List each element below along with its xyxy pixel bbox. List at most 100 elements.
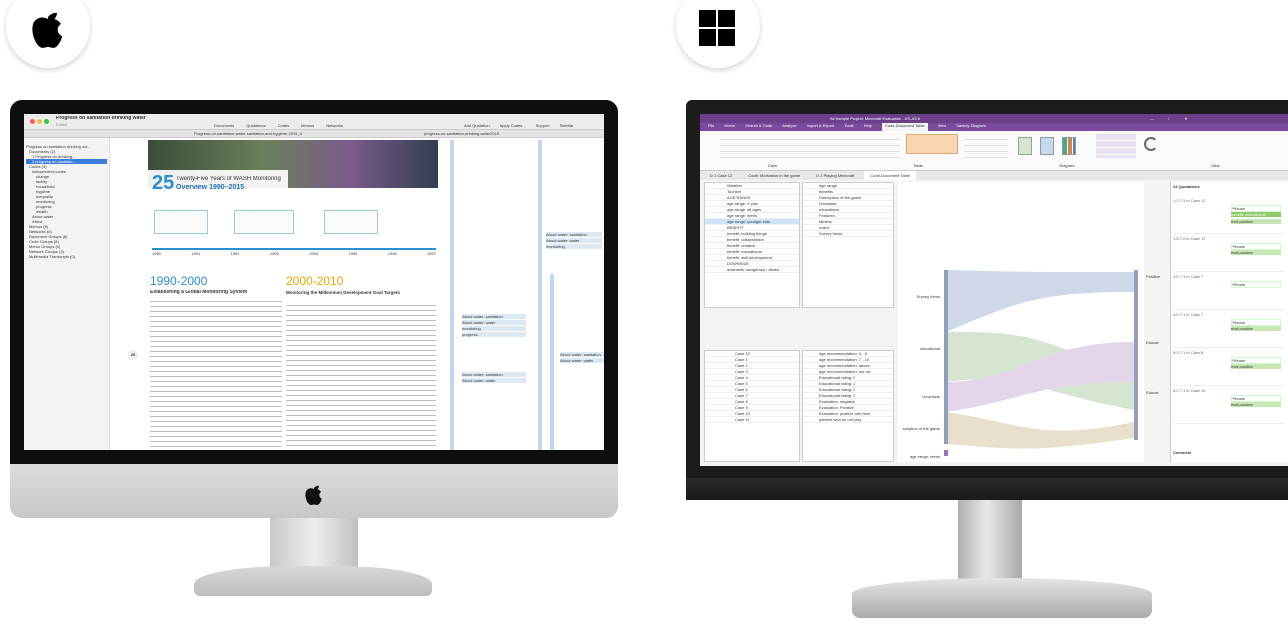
doc-tab[interactable]: Code: Motivation in the game bbox=[742, 171, 806, 180]
quotation-card[interactable]: 6:2 7:1 in Case 10 *Reuse eval positive bbox=[1173, 388, 1285, 424]
close-window-icon[interactable]: ✕ bbox=[1184, 116, 1187, 121]
ribbon-tab-tools[interactable]: Tools bbox=[844, 123, 853, 131]
codes-row[interactable]: downside: dangerous / dimes bbox=[705, 267, 799, 273]
quote-code[interactable]: *Reuse bbox=[1231, 319, 1281, 326]
ribbon-tab-sankey-diagram[interactable]: Sankey Diagram bbox=[956, 123, 986, 131]
margin-code[interactable]: progress bbox=[462, 332, 526, 337]
hero-banner: 25 Twenty-Five Years of WASH Monitoring … bbox=[148, 170, 288, 200]
toolbar-quotations[interactable]: Quotations bbox=[246, 123, 265, 128]
ribbon-tab-analyze[interactable]: Analyze bbox=[782, 123, 796, 131]
quote-code[interactable]: *Reuse bbox=[1231, 395, 1281, 402]
margin-code[interactable]: About water: sanitation bbox=[462, 314, 526, 319]
ribbon-toggle-group[interactable] bbox=[964, 134, 1008, 158]
margin-bar[interactable] bbox=[550, 274, 554, 450]
margin-code[interactable]: About water: water bbox=[462, 378, 526, 383]
quotation-card[interactable]: 4:6 7:1 in Case 7 *Reuse eval positive bbox=[1173, 312, 1285, 348]
quote-code[interactable]: benefit: educational bbox=[1231, 212, 1281, 217]
apple-logo-icon bbox=[32, 12, 62, 48]
ribbon-tab-help[interactable]: Help bbox=[864, 123, 872, 131]
monitor-bezel bbox=[686, 478, 1288, 500]
ribbon-checkbox-group[interactable] bbox=[720, 134, 900, 162]
margin-code[interactable]: About water: sanitation bbox=[546, 232, 602, 237]
margin-bar[interactable] bbox=[538, 140, 542, 450]
sankey-node bbox=[944, 412, 948, 444]
tab-document-2[interactable]: progress-on-sanitation-drinking-water201… bbox=[424, 131, 499, 136]
sidebar-item[interactable]: Multimedia Transcripts (0) bbox=[26, 254, 107, 259]
sankey-label-right: Educat bbox=[1146, 340, 1159, 345]
margin-code[interactable]: About water: sanitation bbox=[462, 372, 526, 377]
sankey-node bbox=[944, 270, 948, 332]
year-label: 1990 bbox=[152, 251, 161, 256]
quote-code[interactable]: eval positive bbox=[1231, 219, 1281, 224]
ribbon-tab-code-document-table[interactable]: Code-Document Table bbox=[881, 123, 928, 131]
codes-panel: Weather Tourism AGE RANGE age range: 9 p… bbox=[704, 182, 800, 308]
margin-code[interactable]: monitoring bbox=[462, 326, 526, 331]
ribbon-tab-import-export[interactable]: Import & Export bbox=[807, 123, 835, 131]
ribbon-tab-search-code[interactable]: Search & Code bbox=[745, 123, 772, 131]
view-button-group[interactable] bbox=[1096, 134, 1136, 158]
toolbar-documents[interactable]: Documents bbox=[214, 123, 234, 128]
quote-code[interactable]: *Reuse bbox=[1231, 243, 1281, 250]
quotation-card[interactable]: 5:3 7:1 in Case 8 *Reuse eval positive bbox=[1173, 350, 1285, 386]
quote-code[interactable]: *Reuse bbox=[1231, 357, 1281, 364]
code-group-row[interactable]: Survey Items bbox=[803, 231, 893, 237]
tab-document-1[interactable]: Progress-on-sanitation-water-sanitation-… bbox=[194, 131, 302, 136]
add-quotation-button[interactable]: Add Quotation bbox=[464, 123, 490, 128]
excel-export-icon[interactable] bbox=[1018, 137, 1032, 155]
year-label: 1996 bbox=[387, 251, 397, 256]
ribbon: Data Table Diagram View bbox=[700, 131, 1288, 171]
maximize-window-icon[interactable]: □ bbox=[1168, 116, 1170, 121]
year-label: 1991 bbox=[191, 251, 201, 256]
sankey-label-left: educational bbox=[919, 346, 940, 351]
sankey-icon[interactable] bbox=[1040, 137, 1054, 155]
quotation-card[interactable]: 4:5 7:1 in Case 7 *Reuse bbox=[1173, 274, 1285, 310]
quote-code[interactable]: eval positive bbox=[1231, 250, 1281, 255]
margin-code-group: About water: sanitation About water: wat… bbox=[462, 314, 526, 337]
toolbar-codes[interactable]: Codes bbox=[278, 123, 290, 128]
quote-code[interactable]: *Reuse bbox=[1231, 205, 1281, 212]
hero-subtitle: Overview 1990–2015 bbox=[176, 184, 245, 191]
sankey-label-left: age range: teens bbox=[909, 454, 940, 459]
doc-tab-active[interactable]: Code-Document Table bbox=[864, 171, 917, 180]
quote-code[interactable]: eval positive bbox=[1231, 326, 1281, 331]
toolbar-memos[interactable]: Memos bbox=[301, 123, 314, 128]
ribbon-group-label: Diagram bbox=[1059, 163, 1075, 168]
quote-code[interactable]: eval positive bbox=[1231, 402, 1281, 407]
apply-codes-button[interactable]: Apply Codes... bbox=[500, 123, 526, 128]
timeline-boxes bbox=[154, 210, 434, 240]
body-text-right bbox=[286, 302, 436, 448]
close-window-icon[interactable] bbox=[30, 119, 35, 124]
ribbon-button-group[interactable] bbox=[906, 134, 958, 154]
document-group-row[interactable]: parents who do not play bbox=[803, 417, 893, 423]
ribbon-tab-home[interactable]: Home bbox=[724, 123, 735, 131]
margin-bar[interactable] bbox=[450, 140, 454, 450]
mac-sidebar: Progress on sanitation drinking wa... Do… bbox=[24, 138, 110, 450]
doc-tab[interactable]: D 1 Case 12 bbox=[704, 171, 738, 180]
page-number-badge: 26 bbox=[128, 350, 138, 360]
quote-code[interactable]: *Reuse bbox=[1231, 281, 1281, 288]
minimize-window-icon[interactable]: — bbox=[1150, 116, 1154, 121]
support-button[interactable]: Support bbox=[536, 123, 550, 128]
quote-code[interactable]: eval positive bbox=[1231, 364, 1281, 369]
toolbar-networks[interactable]: Networks bbox=[326, 123, 343, 128]
refresh-icon[interactable] bbox=[1144, 137, 1158, 151]
sankey-label-right: Educat bbox=[1146, 390, 1159, 395]
sankey-diagram: Survey Items educational Downside script… bbox=[898, 182, 1144, 462]
bar-chart-icon[interactable] bbox=[1062, 137, 1076, 155]
margin-code[interactable]: About water: sanitation bbox=[560, 352, 604, 357]
heading-2000: 2000-2010 bbox=[286, 274, 344, 288]
margin-code[interactable]: About water: water bbox=[546, 238, 602, 243]
minimize-window-icon[interactable] bbox=[37, 119, 42, 124]
doc-tab[interactable]: D 2 Playing Minecraft bbox=[810, 171, 860, 180]
margin-code[interactable]: monitoring bbox=[546, 244, 602, 249]
quotation-card[interactable]: 1:8 7:2 in Case 12 *Reuse eval positive bbox=[1173, 236, 1285, 272]
quotation-card[interactable]: 1:2 7:1 in Case 12 *Reuse benefit: educa… bbox=[1173, 198, 1285, 234]
document-row[interactable]: Case 11 bbox=[705, 417, 799, 423]
margin-code[interactable]: About water: water bbox=[560, 358, 604, 363]
margin-code[interactable]: About water: water bbox=[462, 320, 526, 325]
year-label: 1997 bbox=[427, 251, 436, 256]
sidebar-toggle[interactable]: Sidebar bbox=[560, 123, 574, 128]
maximize-window-icon[interactable] bbox=[44, 119, 49, 124]
ribbon-tab-file[interactable]: File bbox=[708, 123, 714, 131]
ribbon-tab-view[interactable]: View bbox=[938, 123, 947, 131]
